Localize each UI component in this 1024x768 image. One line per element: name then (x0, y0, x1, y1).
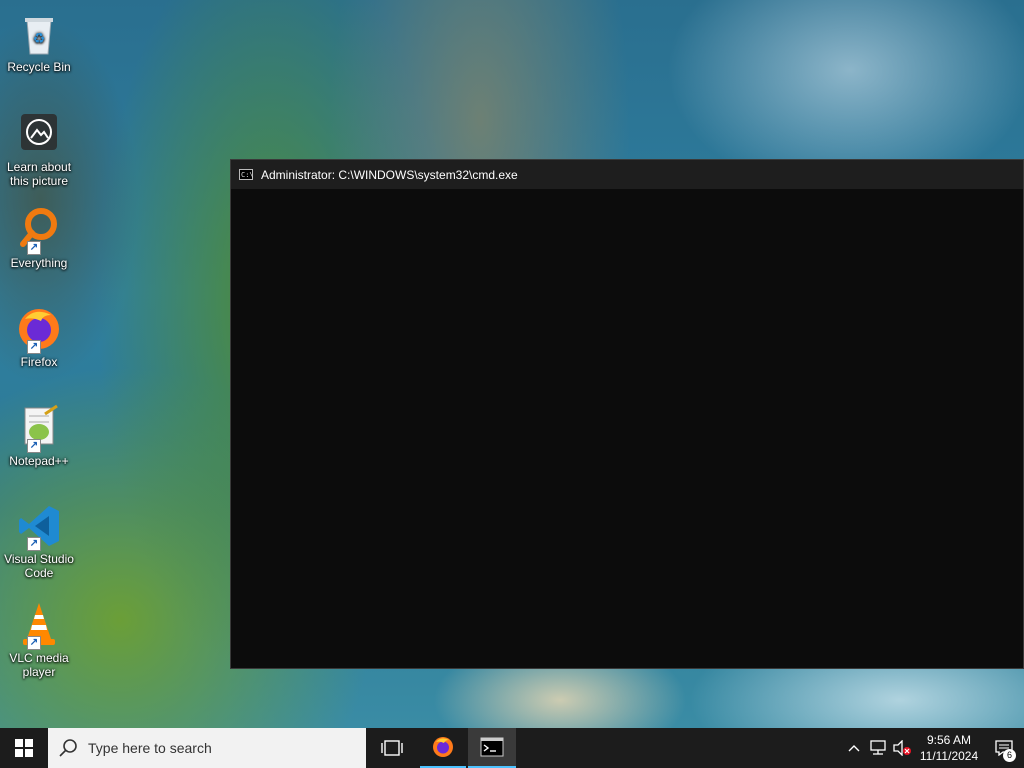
desktop-icon-firefox[interactable]: ↗ Firefox (2, 305, 76, 369)
desktop-icon-vlc[interactable]: ↗ VLC media player (2, 601, 76, 679)
desktop-icon-vscode[interactable]: ↗ Visual Studio Code (2, 502, 76, 580)
console-area[interactable] (231, 189, 1023, 668)
recycle-bin-icon: ♻ (15, 10, 63, 58)
desktop-icon-label: VLC media player (9, 651, 69, 679)
volume-button[interactable] (890, 728, 914, 768)
shortcut-arrow-icon: ↗ (27, 636, 41, 650)
desktop-icon-label: Recycle Bin (7, 60, 71, 74)
search-placeholder: Type here to search (88, 740, 212, 756)
desktop-icon-label: Visual Studio Code (4, 552, 74, 580)
search-icon (59, 739, 77, 757)
search-input[interactable]: Type here to search (48, 728, 366, 768)
desktop-icon-everything[interactable]: ↗ Everything (2, 206, 76, 270)
clock-date: 11/11/2024 (919, 749, 979, 763)
network-icon (870, 740, 886, 755)
network-button[interactable] (866, 728, 890, 768)
window-titlebar[interactable]: C:\ Administrator: C:\WINDOWS\system32\c… (231, 160, 1023, 189)
desktop-icon-label: Notepad++ (9, 454, 69, 468)
volume-muted-icon (893, 740, 911, 756)
cmd-window[interactable]: C:\ Administrator: C:\WINDOWS\system32\c… (230, 159, 1024, 669)
desktop-icon-label: Firefox (20, 355, 58, 369)
everything-search-icon: ↗ (15, 206, 63, 255)
window-title: Administrator: C:\WINDOWS\system32\cmd.e… (261, 167, 518, 182)
chevron-up-icon (848, 745, 860, 752)
action-center-button[interactable]: 6 (984, 728, 1024, 768)
show-hidden-icons-button[interactable] (842, 728, 866, 768)
desktop-icon-learn-picture[interactable]: Learn about this picture (2, 110, 76, 188)
shortcut-arrow-icon: ↗ (27, 241, 41, 255)
clock[interactable]: 9:56 AM 11/11/2024 (914, 732, 984, 764)
desktop-icon-notepad-plus-plus[interactable]: ↗ Notepad++ (2, 404, 76, 468)
notepad-plus-plus-icon: ↗ (15, 404, 63, 453)
learn-picture-icon (15, 110, 63, 158)
desktop-icon-label: Everything (10, 256, 68, 270)
svg-text:♻: ♻ (33, 31, 46, 47)
windows-logo-icon (15, 739, 33, 757)
vlc-icon: ↗ (15, 601, 63, 650)
system-tray: 9:56 AM 11/11/2024 6 (842, 728, 1024, 768)
taskbar: Type here to search 9:56 AM 11/11/2024 6 (0, 728, 1024, 768)
desktop-icon-recycle-bin[interactable]: ♻ Recycle Bin (2, 10, 76, 74)
vscode-icon: ↗ (15, 502, 63, 551)
shortcut-arrow-icon: ↗ (27, 340, 41, 354)
cmd-icon: C:\ (239, 169, 254, 180)
start-button[interactable] (0, 728, 48, 768)
notification-badge: 6 (1003, 749, 1016, 762)
task-view-icon (381, 740, 403, 756)
shortcut-arrow-icon: ↗ (27, 537, 41, 551)
clock-time: 9:56 AM (926, 733, 972, 747)
firefox-icon (433, 737, 453, 757)
taskbar-firefox-button[interactable] (420, 728, 466, 768)
task-view-button[interactable] (370, 728, 414, 768)
shortcut-arrow-icon: ↗ (27, 439, 41, 453)
firefox-icon: ↗ (15, 305, 63, 354)
taskbar-cmd-button[interactable] (468, 728, 516, 768)
cmd-icon (480, 737, 504, 757)
desktop-icon-label: Learn about this picture (6, 160, 72, 188)
